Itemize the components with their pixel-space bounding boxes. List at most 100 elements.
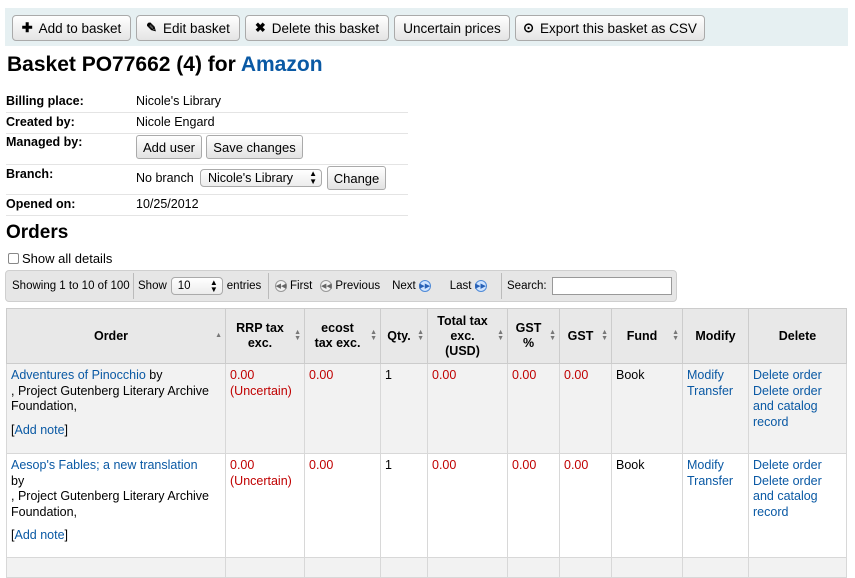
order-by: by [149, 368, 163, 382]
branch-select[interactable]: Nicole's Library ▲ ▼ [200, 169, 322, 187]
uncertain-prices-button[interactable]: Uncertain prices [394, 15, 510, 41]
billing-place-value: Nicole's Library [136, 94, 222, 108]
col-total[interactable]: Total tax exc. (USD) ▲ ▼ [427, 308, 508, 364]
col-rrp[interactable]: RRP tax exc. ▲ ▼ [225, 308, 305, 364]
add-to-basket-label: Add to basket [38, 20, 122, 36]
col-modify: Modify [682, 308, 749, 364]
first-page-link[interactable]: First [290, 280, 312, 292]
managed-by-row: Managed by: Add user Save changes [6, 133, 408, 165]
updown-arrow-icon: ▲ ▼ [309, 169, 317, 186]
order-publisher: , Project Gutenberg Literary Archive Fou… [11, 489, 210, 519]
sort-icon: ▲ ▼ [601, 329, 608, 342]
col-ecost[interactable]: ecost tax exc. ▲ ▼ [304, 308, 381, 364]
delete-basket-label: Delete this basket [271, 20, 380, 36]
edit-basket-button[interactable]: ✎ Edit basket [136, 15, 240, 41]
order-by: by [11, 473, 25, 488]
next-page-link[interactable]: Next [392, 280, 416, 292]
export-csv-button[interactable]: ⊙ Export this basket as CSV [515, 15, 705, 41]
change-branch-button[interactable]: Change [327, 166, 386, 190]
gst-cell: 0.00 [559, 453, 612, 558]
order-publisher: , Project Gutenberg Literary Archive Fou… [11, 383, 210, 414]
search-input[interactable] [551, 277, 672, 295]
created-by-label: Created by: [6, 115, 75, 129]
add-user-button[interactable]: Add user [136, 135, 202, 159]
order-title-link[interactable]: Adventures of Pinocchio [11, 368, 146, 382]
total-cell: 0.00 [427, 453, 508, 558]
gst-percent-cell: 0.00 [507, 453, 560, 558]
col-fund[interactable]: Fund ▲ ▼ [611, 308, 683, 364]
add-note-link[interactable]: Add note [14, 423, 64, 437]
last-page-link[interactable]: Last [450, 280, 472, 292]
first-page-icon[interactable]: ◀◀ [275, 280, 287, 292]
total-cell: 0.00 [427, 363, 508, 454]
previous-page-icon[interactable]: ◀◀ [320, 280, 333, 292]
last-page-icon[interactable]: ▶▶ [474, 280, 487, 292]
vendor-link[interactable]: Amazon [241, 53, 323, 76]
modify-link[interactable]: Modify [687, 458, 724, 472]
col-qty[interactable]: Qty. ▲ ▼ [380, 308, 428, 364]
next-page-icon[interactable]: ▶▶ [418, 280, 431, 292]
fund-cell: Book [611, 453, 683, 558]
col-delete: Delete [748, 308, 847, 364]
col-gst-percent[interactable]: GST% ▲ ▼ [507, 308, 560, 364]
page-title: Basket PO77662 (4) for Amazon [7, 53, 323, 77]
entries-select[interactable]: 10 ▲ ▼ [170, 277, 223, 295]
updown-arrow-icon: ▲ ▼ [209, 278, 218, 294]
pencil-icon: ✎ [146, 20, 158, 35]
opened-on-label: Opened on: [6, 197, 76, 211]
add-note-link[interactable]: Add note [14, 528, 64, 542]
delete-order-catalog-link[interactable]: Delete order and catalog record [753, 384, 822, 429]
branch-label: Branch: [6, 167, 54, 181]
opened-on-row: Opened on: 10/25/2012 [6, 194, 408, 216]
order-cell: Adventures of Pinocchio by , Project Gut… [6, 363, 226, 454]
entries-label: entries [226, 280, 262, 292]
pagination: ◀◀ First ◀◀ Previous Next ▶▶ Last ▶▶ [272, 271, 490, 301]
download-icon: ⊙ [523, 20, 535, 35]
delete-cell: Delete order Delete order and catalog rec… [748, 453, 847, 558]
show-all-details[interactable]: Show all details [8, 251, 112, 266]
modify-cell: Modify Transfer [682, 363, 749, 454]
edit-basket-label: Edit basket [163, 20, 230, 36]
export-csv-label: Export this basket as CSV [540, 20, 697, 36]
fund-cell: Book [611, 363, 683, 454]
orders-table: Order ▲ RRP tax exc. ▲ ▼ ecost tax exc. ▲ ▼ Qty… [6, 308, 847, 578]
delete-order-link[interactable]: Delete order [753, 458, 822, 472]
show-all-details-checkbox[interactable] [8, 253, 19, 264]
delete-order-catalog-link[interactable]: Delete order and catalog record [753, 474, 822, 519]
created-by-value: Nicole Engard [136, 115, 215, 129]
rrp-cell: 0.00 (Uncertain) [225, 363, 305, 454]
save-changes-button[interactable]: Save changes [206, 135, 303, 159]
opened-on-value: 10/25/2012 [136, 197, 199, 211]
ecost-cell: 0.00 [304, 453, 381, 558]
transfer-link[interactable]: Transfer [687, 474, 733, 488]
previous-page-link[interactable]: Previous [335, 280, 380, 292]
transfer-link[interactable]: Transfer [687, 384, 733, 398]
branch-select-value: Nicole's Library [208, 171, 294, 185]
ecost-cell: 0.00 [304, 363, 381, 454]
order-cell: Aesop's Fables; a new translation by , P… [6, 453, 226, 558]
rrp-cell: 0.00 (Uncertain) [225, 453, 305, 558]
col-gst[interactable]: GST ▲ ▼ [559, 308, 612, 364]
created-by-row: Created by: Nicole Engard [6, 112, 408, 134]
delete-cell: Delete order Delete order and catalog rec… [748, 363, 847, 454]
search-control: Search: [507, 271, 672, 301]
sort-asc-icon: ▲ [215, 332, 222, 339]
sort-icon: ▲ ▼ [672, 329, 679, 342]
delete-basket-button[interactable]: ✖ Delete this basket [245, 15, 389, 41]
delete-order-link[interactable]: Delete order [753, 368, 822, 382]
x-icon: ✖ [254, 20, 266, 35]
table-header-row: Order ▲ RRP tax exc. ▲ ▼ ecost tax exc. ▲ ▼ Qty… [6, 308, 847, 364]
order-title-link[interactable]: Aesop's Fables; a new translation [11, 458, 198, 472]
qty-cell: 1 [380, 453, 428, 558]
plus-icon: ✚ [21, 20, 33, 35]
table-row: Adventures of Pinocchio by , Project Gut… [6, 363, 847, 454]
col-order[interactable]: Order ▲ [6, 308, 226, 364]
modify-link[interactable]: Modify [687, 368, 724, 382]
orders-heading: Orders [6, 222, 69, 243]
sort-icon: ▲ ▼ [549, 329, 556, 342]
datatable-toolbar: Showing 1 to 10 of 100 Show 10 ▲ ▼ entrie… [5, 270, 677, 302]
modify-cell: Modify Transfer [682, 453, 749, 558]
entries-select-value: 10 [177, 280, 191, 292]
add-to-basket-button[interactable]: ✚ Add to basket [12, 15, 131, 41]
basket-toolbar: ✚ Add to basket ✎ Edit basket ✖ Delete t… [5, 8, 848, 46]
